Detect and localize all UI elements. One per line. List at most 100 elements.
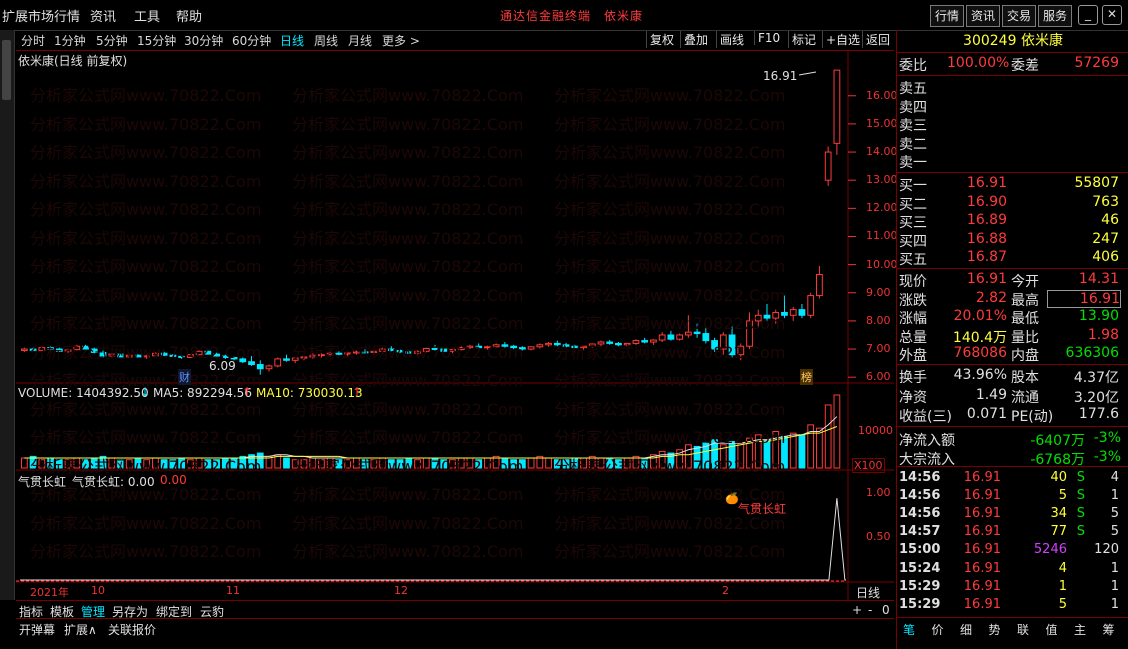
- close-icon[interactable]: ✕: [1102, 5, 1122, 25]
- time-axis-period-tag: 日线: [856, 586, 881, 600]
- tick-row: 14:57 16.91 77 S 5: [897, 524, 1125, 542]
- quote-tab[interactable]: 筹: [1103, 621, 1115, 638]
- tool-fuquan[interactable]: 复权: [646, 31, 677, 48]
- period-daily[interactable]: 日线: [280, 32, 304, 49]
- flow-label: 净流入额: [899, 433, 955, 449]
- watermark-text: 分析家公式网www.70822.Com: [292, 314, 524, 333]
- buy-label: 买二: [899, 196, 927, 213]
- danmaku-toggle[interactable]: 开弹幕: [19, 621, 55, 638]
- buy-row: 买一 16.91 55807: [897, 175, 1125, 194]
- tool-back[interactable]: 返回: [862, 31, 893, 48]
- menu-news[interactable]: 资讯: [90, 6, 116, 25]
- menu-ext-market[interactable]: 扩展市场行情: [2, 6, 80, 25]
- main-panel-title: 依米康(日线 前复权): [18, 54, 128, 68]
- quote-tab[interactable]: 价: [932, 621, 944, 638]
- candle-body: [824, 151, 832, 181]
- sell-row: 卖二: [897, 134, 1125, 153]
- sell-row: 卖五: [897, 78, 1125, 97]
- related-quote-button[interactable]: 关联报价: [108, 621, 156, 638]
- watermark-text: 分析家公式网www.70822.Com: [554, 257, 786, 276]
- tick-count: 1: [1110, 560, 1119, 576]
- period-1min[interactable]: 1分钟: [54, 32, 86, 49]
- buy-price: 16.91: [966, 175, 1007, 191]
- stat-value: 140.4万: [952, 329, 1007, 346]
- stat-row: 现价 16.91 今开 14.31: [897, 271, 1125, 290]
- watermark-text: 分析家公式网www.70822.Com: [554, 399, 786, 419]
- y-tick: 16.00: [866, 88, 898, 102]
- y-tick: 10.00: [866, 257, 898, 271]
- buy-row: 买五 16.87 406: [897, 249, 1125, 268]
- sell-row: 卖四: [897, 97, 1125, 116]
- scroll-handle[interactable]: [2, 40, 11, 100]
- top-news-button[interactable]: 资讯: [966, 5, 1001, 27]
- period-toolbar: 分时 1分钟 5分钟 15分钟 30分钟 60分钟 日线 周线 月线 更多 > …: [16, 30, 894, 51]
- tick-count: 1: [1110, 596, 1119, 612]
- watermark-text: 分析家公式网www.70822.Com: [292, 513, 524, 533]
- stat-label: 涨幅: [899, 311, 927, 328]
- top-service-button[interactable]: 服务: [1038, 5, 1073, 27]
- stat-label: 量比: [1011, 329, 1039, 346]
- menu-tools[interactable]: 工具: [134, 6, 160, 25]
- period-15min[interactable]: 15分钟: [137, 32, 176, 49]
- sell-row: 卖三: [897, 115, 1125, 134]
- quote-tab[interactable]: 笔: [903, 621, 915, 638]
- stat-value: 2.82: [975, 289, 1007, 306]
- tick-price: 16.91: [963, 524, 1001, 540]
- zoom-reset-button[interactable]: 0: [882, 603, 890, 617]
- top-trade-button[interactable]: 交易: [1002, 5, 1037, 27]
- indicator-signal-text: 气贯长虹: [738, 502, 787, 516]
- stock-code-name: 300249 依米康: [963, 33, 1063, 49]
- zoom-in-button[interactable]: +: [852, 603, 862, 617]
- tick-count: 1: [1110, 488, 1119, 504]
- watermark-text: 分析家公式网www.70822.Com: [30, 86, 262, 105]
- watermark-text: 分析家公式网www.70822.Com: [554, 428, 786, 447]
- top-quote-button[interactable]: 行情: [930, 5, 965, 27]
- tick-volume: 5: [1058, 488, 1067, 504]
- watermark-text: 分析家公式网www.70822.Com: [554, 171, 786, 191]
- tool-f10[interactable]: F10: [754, 31, 783, 45]
- tool-overlay[interactable]: 叠加: [680, 31, 711, 48]
- watermark-text: 分析家公式网www.70822.Com: [554, 314, 786, 333]
- buy-label: 买四: [899, 233, 927, 250]
- stat-label: 净资: [899, 389, 927, 406]
- menu-help[interactable]: 帮助: [176, 6, 202, 25]
- period-fenshi[interactable]: 分时: [21, 32, 45, 49]
- quote-tab[interactable]: 值: [1046, 621, 1058, 638]
- period-60min[interactable]: 60分钟: [232, 32, 271, 49]
- tool-mark[interactable]: 标记: [788, 31, 819, 48]
- flow-pct: -3%: [1093, 448, 1121, 465]
- tool-add-watch[interactable]: +自选: [822, 31, 863, 48]
- watermark-text: 分析家公式网www.70822.Com: [30, 171, 262, 191]
- quote-tab[interactable]: 主: [1074, 621, 1086, 638]
- quote-tab[interactable]: 势: [989, 621, 1001, 638]
- tool-draw[interactable]: 画线: [716, 31, 747, 48]
- stat-label: 换手: [899, 370, 927, 386]
- period-more[interactable]: 更多 >: [382, 32, 420, 49]
- stat-label: 最低: [1011, 311, 1039, 328]
- cai-tag[interactable]: 财: [178, 369, 191, 385]
- tick-side: S: [1076, 524, 1085, 540]
- stat-label: 最高: [1011, 292, 1039, 309]
- tick-count: 5: [1110, 524, 1119, 540]
- stat-value: 13.90: [1078, 308, 1119, 325]
- period-5min[interactable]: 5分钟: [96, 32, 128, 49]
- minimize-icon[interactable]: _: [1078, 5, 1098, 25]
- bang-tag[interactable]: 榜: [800, 369, 813, 385]
- candle-body: [536, 344, 544, 348]
- ma5-label: MA5: 892294.56: [153, 386, 252, 400]
- watermark-text: 分析家公式网www.70822.Com: [292, 200, 524, 219]
- left-collapse-strip[interactable]: [0, 30, 15, 600]
- extend-button[interactable]: 扩展∧: [64, 621, 97, 638]
- watermark-text: 分析家公式网www.70822.Com: [554, 114, 786, 134]
- period-monthly[interactable]: 月线: [348, 32, 372, 49]
- quote-tab[interactable]: 联: [1017, 621, 1029, 638]
- quote-tab[interactable]: 细: [960, 621, 972, 638]
- watermark-text: 分析家公式网www.70822.Com: [30, 114, 262, 134]
- buy-row: 买三 16.89 46: [897, 212, 1125, 231]
- watermark-text: 分析家公式网www.70822.Com: [30, 542, 262, 561]
- watermark-text: 分析家公式网www.70822.Com: [554, 371, 786, 390]
- period-weekly[interactable]: 周线: [314, 32, 338, 49]
- y-tick: 6.00: [866, 370, 891, 384]
- period-30min[interactable]: 30分钟: [184, 32, 223, 49]
- zoom-out-button[interactable]: -: [868, 603, 872, 617]
